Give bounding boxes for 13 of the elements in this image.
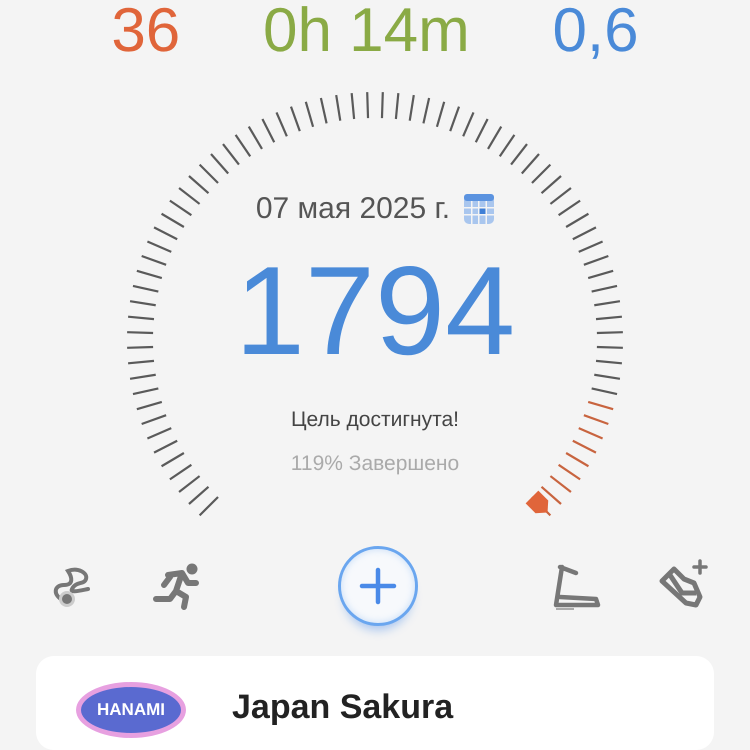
goal-status: Цель достигнута!: [291, 408, 459, 432]
event-title: Japan Sakura: [232, 688, 454, 727]
event-card[interactable]: HANAMI Japan Sakura: [36, 656, 714, 750]
step-count: 1794: [234, 248, 516, 374]
stat-value: 0,6: [552, 0, 639, 62]
date-label: 07 мая 2025 г.: [256, 192, 450, 226]
event-logo: HANAMI: [76, 682, 186, 738]
calendar-icon[interactable]: [464, 194, 494, 224]
gauge-marker: [526, 490, 548, 514]
stat-value: 0h 14m: [262, 0, 470, 62]
completion-percent: 119% Завершено: [290, 452, 460, 476]
stat-value: 36: [111, 0, 180, 62]
plus-icon: [358, 566, 398, 606]
